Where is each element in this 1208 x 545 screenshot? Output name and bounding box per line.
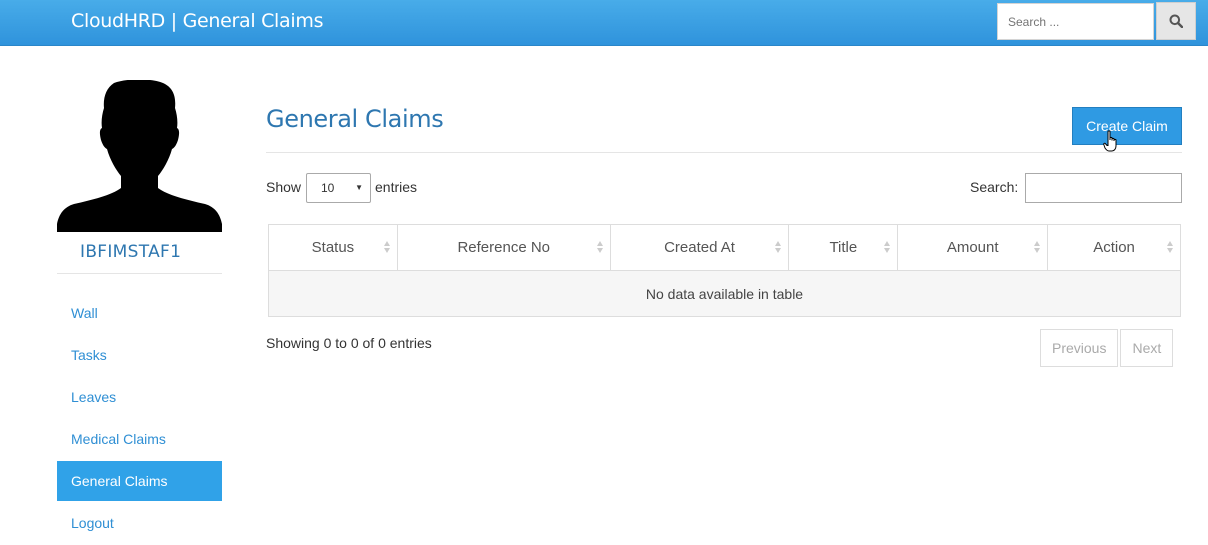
previous-page-button[interactable]: Previous (1040, 329, 1119, 367)
sidebar-item-logout[interactable]: Logout (57, 503, 222, 543)
column-label: Created At (664, 239, 735, 256)
header-search-input[interactable] (997, 3, 1154, 40)
sidebar-item-tasks[interactable]: Tasks (57, 335, 222, 375)
sidebar-item-general-claims[interactable]: General Claims (57, 461, 222, 501)
column-header-created-at[interactable]: Created At (609, 224, 790, 271)
header-search-button[interactable] (1156, 2, 1196, 40)
app-title[interactable]: CloudHRD | General Claims (71, 10, 323, 32)
username: IBFIMSTAF1 (80, 242, 182, 262)
column-header-status[interactable]: Status (268, 224, 398, 271)
dropdown-arrow-icon: ▼ (355, 183, 363, 192)
hand-cursor-icon (1103, 130, 1117, 152)
empty-table-message: No data available in table (268, 270, 1181, 317)
entries-per-page-select[interactable]: 10 ▼ (306, 173, 371, 203)
create-claim-button[interactable]: Create Claim (1072, 107, 1182, 145)
table-search-input[interactable] (1025, 173, 1182, 203)
table-search-label: Search: (970, 179, 1019, 195)
sort-icon (884, 241, 891, 253)
sort-icon (1034, 241, 1041, 253)
column-label: Status (311, 239, 355, 256)
page-title: General Claims (266, 105, 444, 133)
top-navbar: CloudHRD | General Claims (0, 0, 1208, 46)
column-header-reference-no[interactable]: Reference No (396, 224, 611, 271)
sidebar-nav: Wall Tasks Leaves Medical Claims General… (57, 293, 222, 545)
sidebar-item-leaves[interactable]: Leaves (57, 377, 222, 417)
claims-table: Status Reference No Created At Title Amo… (268, 224, 1181, 317)
sidebar-item-medical-claims[interactable]: Medical Claims (57, 419, 222, 459)
column-label: Title (829, 239, 858, 256)
avatar (57, 80, 222, 232)
next-page-button[interactable]: Next (1120, 329, 1174, 367)
sort-icon (775, 241, 782, 253)
show-label: Show (266, 179, 302, 195)
search-icon (1169, 14, 1183, 28)
table-row: No data available in table (268, 270, 1181, 317)
sort-icon (383, 241, 390, 253)
sort-icon (1167, 241, 1173, 253)
sort-icon (596, 241, 603, 253)
column-label: Amount (946, 239, 999, 256)
column-label: Action (1093, 239, 1135, 256)
pagination: Previous Next (1040, 329, 1174, 367)
entries-per-page-value: 10 (321, 181, 335, 195)
column-header-action[interactable]: Action (1047, 224, 1181, 271)
column-label: Reference No (457, 239, 551, 256)
table-info: Showing 0 to 0 of 0 entries (266, 335, 432, 351)
column-header-title[interactable]: Title (788, 224, 899, 271)
sidebar-divider (57, 273, 222, 274)
column-header-amount[interactable]: Amount (897, 224, 1049, 271)
title-divider (266, 152, 1182, 153)
sidebar-item-wall[interactable]: Wall (57, 293, 222, 333)
entries-label: entries (375, 179, 418, 195)
